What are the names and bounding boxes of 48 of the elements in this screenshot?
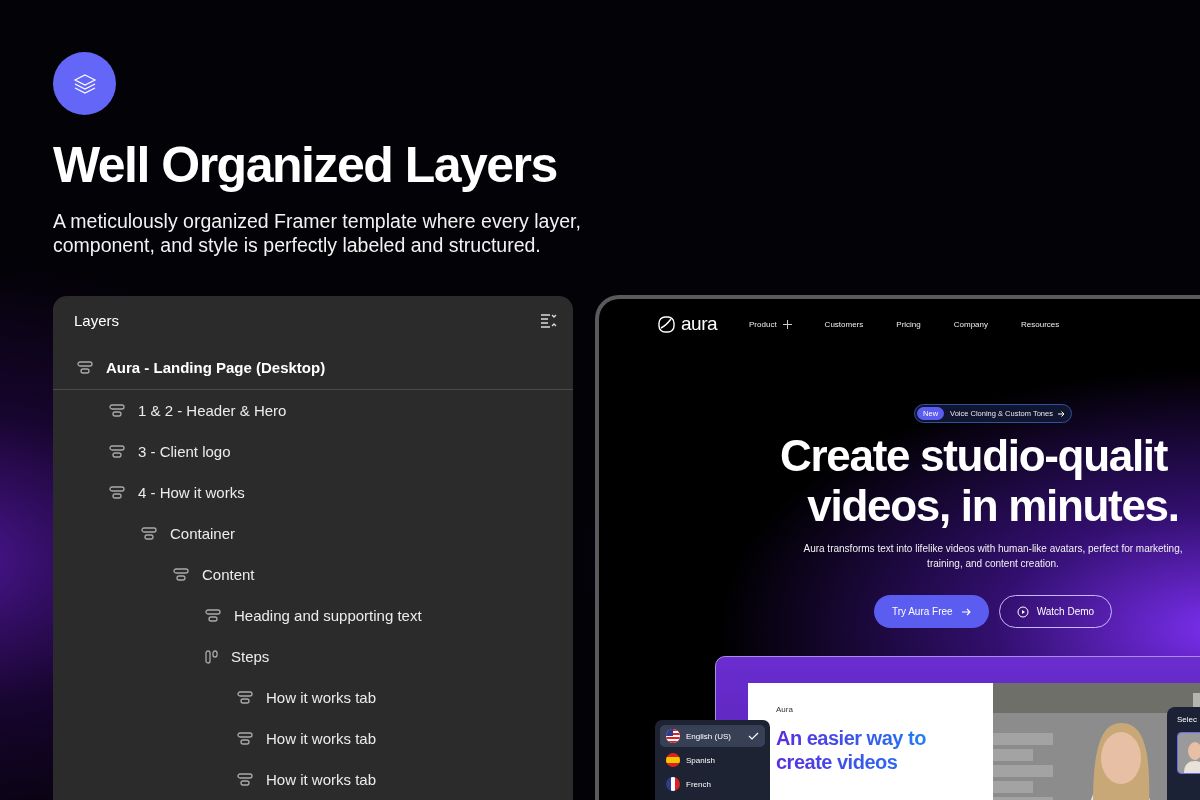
- stack-layout-icon: [141, 527, 157, 540]
- stack-layout-icon: [109, 404, 125, 417]
- layer-row[interactable]: 1 & 2 - Header & Hero: [53, 390, 573, 431]
- layer-row[interactable]: Content: [53, 554, 573, 595]
- stack-layout-icon: [77, 361, 93, 374]
- description-text: A meticulously organized Framer template where every layer, component, and style is perfectly labeled and structured.: [53, 209, 582, 257]
- panel-title: Layers: [74, 311, 120, 329]
- stack-layout-icon: [109, 445, 125, 458]
- plus-icon: [782, 319, 792, 329]
- nav-link[interactable]: Resources: [1021, 319, 1060, 329]
- layer-row[interactable]: How it works tab: [53, 759, 573, 800]
- headline: Create studio-qualit: [780, 431, 1169, 481]
- layer-row[interactable]: Steps: [53, 636, 573, 677]
- stack-layout-icon: [109, 486, 125, 499]
- layer-row[interactable]: Heading and supporting text: [53, 595, 573, 636]
- nav-link[interactable]: Company: [953, 319, 988, 329]
- language-option[interactable]: Spanish: [660, 749, 765, 771]
- logo-icon: [657, 314, 676, 334]
- flag-icon: [666, 729, 680, 743]
- language-option[interactable]: English (US): [660, 725, 765, 747]
- stack-layout-icon: [205, 609, 221, 622]
- subtitle-text: Aura transforms text into lifelike videos with human-like avatars, perfect for marketing, training, and content creation.: [802, 542, 1184, 571]
- stack-layout-icon: [237, 732, 253, 745]
- check-icon: [748, 731, 759, 741]
- nav-link[interactable]: Pricing: [896, 319, 921, 329]
- stack-layout-icon: [173, 568, 189, 581]
- stack-layout-icon: [237, 773, 253, 786]
- row-layout-icon: [205, 649, 218, 664]
- layer-row[interactable]: Container: [53, 513, 573, 554]
- play-icon: [1016, 605, 1029, 618]
- flag-icon: [666, 753, 680, 767]
- arrow-icon: [1056, 409, 1065, 418]
- layer-row[interactable]: 4 - How it works: [53, 472, 573, 513]
- headline: videos, in minutes.: [806, 481, 1180, 531]
- layer-row[interactable]: How it works tab: [53, 677, 573, 718]
- nav-link[interactable]: Customers: [824, 319, 864, 329]
- collapse-list-icon: [540, 311, 557, 329]
- cta-button[interactable]: Try Aura Free: [873, 595, 989, 628]
- flag-icon: [666, 777, 680, 791]
- nav-link[interactable]: Product: [749, 319, 792, 329]
- layer-row[interactable]: How it works tab: [53, 718, 573, 759]
- logo-text: aura: [681, 313, 718, 335]
- layer-row[interactable]: 3 - Client logo: [53, 431, 573, 472]
- language-option[interactable]: French: [660, 773, 765, 795]
- eyebrow-text: Aura: [776, 705, 794, 714]
- arrow-icon: [960, 606, 971, 617]
- page-title: Well Organized Layers: [53, 136, 558, 195]
- stack-layout-icon: [237, 691, 253, 704]
